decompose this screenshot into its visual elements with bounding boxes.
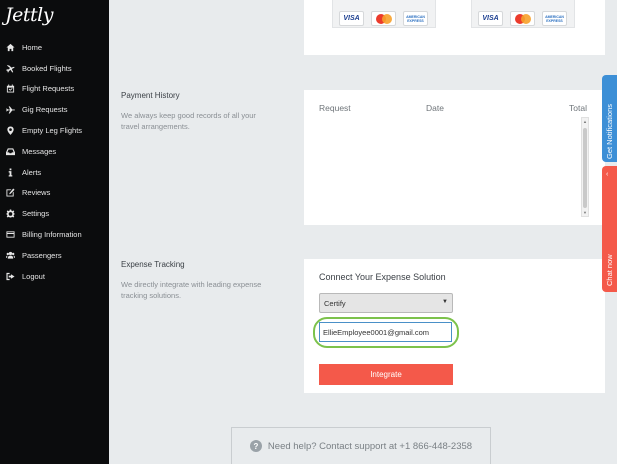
calendar-check-icon bbox=[5, 84, 15, 94]
edit-icon bbox=[5, 188, 15, 198]
expense-tracking-title: Expense Tracking bbox=[121, 260, 185, 269]
scroll-down-arrow[interactable]: ▼ bbox=[582, 210, 588, 215]
integrate-button[interactable]: Integrate bbox=[319, 364, 453, 385]
sidebar-item-label: Passengers bbox=[22, 250, 62, 260]
sidebar-item-home[interactable]: Home bbox=[0, 37, 109, 58]
credit-card-icon bbox=[5, 230, 15, 240]
sidebar-item-flight-requests[interactable]: Flight Requests bbox=[0, 79, 109, 100]
visa-logo: VISA bbox=[478, 11, 503, 26]
sidebar-item-label: Flight Requests bbox=[22, 84, 75, 94]
payment-history-scrollbar[interactable]: ▲ ▼ bbox=[581, 117, 589, 217]
sidebar-item-label: Messages bbox=[22, 146, 57, 156]
sidebar-item-billing-information[interactable]: Billing Information bbox=[0, 224, 109, 245]
card-logos-box: VISA AMERICAN EXPRESS bbox=[471, 0, 575, 28]
sidebar-item-passengers[interactable]: Passengers bbox=[0, 245, 109, 266]
sidebar-item-label: Billing Information bbox=[22, 230, 82, 240]
email-field[interactable] bbox=[319, 322, 452, 342]
plane-arrival-icon bbox=[5, 105, 15, 115]
gear-icon bbox=[5, 209, 15, 219]
chat-now-tab[interactable]: ‹ Chat now bbox=[602, 166, 617, 292]
column-header-total: Total bbox=[569, 103, 587, 113]
amex-logo: AMERICAN EXPRESS bbox=[542, 11, 567, 26]
sidebar-item-label: Settings bbox=[22, 209, 50, 219]
sidebar-item-label: Gig Requests bbox=[22, 105, 68, 115]
payment-history-description: We always keep good records of all your … bbox=[121, 111, 256, 131]
sidebar-item-settings[interactable]: Settings bbox=[0, 203, 109, 224]
sidebar-item-label: Reviews bbox=[22, 188, 51, 198]
sidebar-item-label: Empty Leg Flights bbox=[22, 126, 83, 136]
card-logos-box: VISA AMERICAN EXPRESS bbox=[332, 0, 436, 28]
sidebar-item-label: Home bbox=[22, 42, 43, 52]
sidebar-item-empty-leg-flights[interactable]: Empty Leg Flights bbox=[0, 120, 109, 141]
chat-now-label: Chat now bbox=[605, 254, 614, 286]
sidebar-item-label: Logout bbox=[22, 271, 45, 281]
support-text: Need help? Contact support at +1 866-448… bbox=[267, 440, 473, 452]
scroll-thumb[interactable] bbox=[583, 128, 587, 208]
sign-out-icon bbox=[5, 271, 15, 281]
visa-logo: VISA bbox=[339, 11, 364, 26]
question-circle-icon: ? bbox=[249, 440, 262, 452]
payment-history-title: Payment History bbox=[121, 91, 180, 100]
chevron-left-icon: ‹ bbox=[606, 171, 609, 178]
support-box: ? Need help? Contact support at +1 866-4… bbox=[231, 427, 491, 464]
users-icon bbox=[5, 250, 15, 260]
sidebar-item-label: Booked Flights bbox=[22, 63, 72, 73]
column-header-request: Request bbox=[319, 103, 351, 113]
scroll-up-arrow[interactable]: ▲ bbox=[582, 119, 588, 124]
sidebar-item-alerts[interactable]: Alerts bbox=[0, 162, 109, 183]
plane-icon bbox=[5, 63, 15, 73]
sidebar-nav: Home Booked Flights Flight Requests Gig … bbox=[0, 37, 109, 287]
mastercard-logo bbox=[371, 11, 396, 26]
home-icon bbox=[5, 42, 15, 52]
get-notifications-label: Get Notifications bbox=[605, 103, 614, 159]
connect-expense-title: Connect Your Expense Solution bbox=[319, 272, 446, 282]
expense-solution-value: Certify bbox=[324, 298, 346, 308]
sidebar: Jettly Home Booked Flights Flight Reques… bbox=[0, 0, 109, 464]
expense-solution-select[interactable]: Certify ▼ bbox=[319, 293, 453, 313]
amex-logo: AMERICAN EXPRESS bbox=[403, 11, 428, 26]
column-header-date: Date bbox=[426, 103, 444, 113]
sidebar-item-gig-requests[interactable]: Gig Requests bbox=[0, 99, 109, 120]
sidebar-item-label: Alerts bbox=[22, 167, 42, 177]
chevron-down-icon: ▼ bbox=[442, 299, 448, 305]
sidebar-item-reviews[interactable]: Reviews bbox=[0, 183, 109, 204]
accepted-cards-panel: VISA AMERICAN EXPRESS VISA AMERICAN EXPR… bbox=[304, 0, 605, 55]
info-icon bbox=[5, 167, 15, 177]
sidebar-item-logout[interactable]: Logout bbox=[0, 266, 109, 287]
get-notifications-tab[interactable]: Get Notifications bbox=[602, 75, 617, 162]
sidebar-item-messages[interactable]: Messages bbox=[0, 141, 109, 162]
expense-tracking-description: We directly integrate with leading expen… bbox=[121, 280, 262, 300]
sidebar-item-booked-flights[interactable]: Booked Flights bbox=[0, 58, 109, 79]
mastercard-logo bbox=[510, 11, 535, 26]
jettly-logo[interactable]: Jettly bbox=[5, 4, 53, 34]
inbox-icon bbox=[5, 146, 15, 156]
map-marker-icon bbox=[5, 126, 15, 136]
